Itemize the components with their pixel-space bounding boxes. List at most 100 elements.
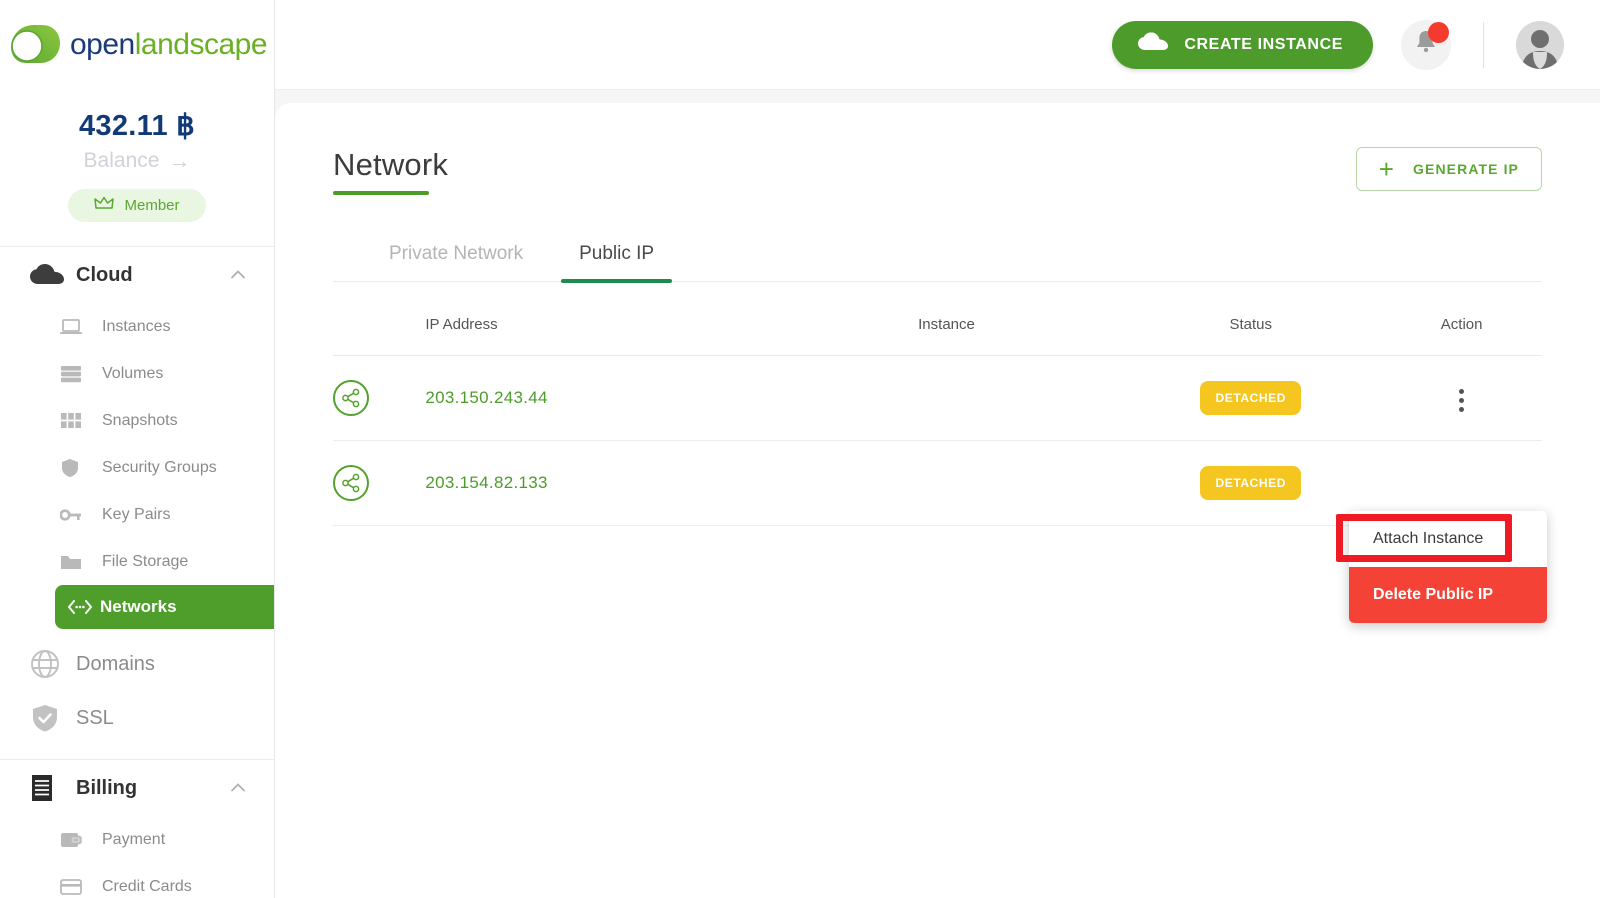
row-status-cell: DETACHED (1120, 441, 1381, 526)
sidebar-group-billing[interactable]: Billing (0, 760, 274, 816)
server-icon (60, 365, 102, 383)
brand-logo[interactable]: openlandscape (0, 0, 274, 90)
main-area: CREATE INSTANCE Network + GENERATE IP Pr… (275, 0, 1600, 898)
chevron-up-icon (230, 267, 246, 283)
row-ip-cell: 203.150.243.44 (425, 356, 772, 441)
th-spacer (333, 286, 425, 356)
sidebar-group-cloud[interactable]: Cloud (0, 247, 274, 303)
sidebar-item-ssl-label: SSL (76, 706, 114, 729)
globe-icon (30, 649, 76, 679)
table-row: 203.150.243.44 DETACHED (333, 356, 1542, 441)
page-header: Network + GENERATE IP (333, 147, 1542, 195)
status-badge: DETACHED (1200, 466, 1302, 500)
menu-item-attach-instance[interactable]: Attach Instance (1349, 511, 1547, 567)
brand-wordmark: openlandscape (70, 28, 268, 62)
network-icon (60, 599, 100, 615)
row-instance-cell (773, 441, 1120, 526)
row-icon-cell (333, 356, 425, 441)
sidebar-group-billing-label: Billing (76, 776, 138, 799)
sidebar-group-cloud-label: Cloud (76, 263, 133, 286)
receipt-icon (30, 774, 76, 802)
crown-icon (94, 196, 115, 215)
tab-public-ip[interactable]: Public IP (551, 243, 682, 283)
sidebar-item-snapshots-label: Snapshots (102, 411, 178, 429)
sidebar-item-domains-label: Domains (76, 652, 155, 675)
row-action-cell (1381, 356, 1542, 441)
row-status-cell: DETACHED (1120, 356, 1381, 441)
laptop-icon (60, 318, 102, 336)
balance-link[interactable]: Balance → (0, 149, 274, 173)
notification-badge-dot (1428, 21, 1449, 43)
page-title-underline (333, 191, 429, 195)
create-instance-button[interactable]: CREATE INSTANCE (1112, 20, 1373, 69)
sidebar-item-payment[interactable]: Payment (0, 816, 274, 863)
sidebar-item-key-pairs[interactable]: Key Pairs (0, 491, 274, 538)
topbar-divider (1483, 21, 1484, 68)
th-status: Status (1229, 316, 1273, 333)
page-title: Network (333, 147, 449, 182)
cloud-icon (30, 264, 76, 286)
status-badge: DETACHED (1200, 381, 1302, 415)
sidebar-item-instances-label: Instances (102, 317, 171, 335)
page-title-block: Network (333, 147, 448, 195)
chevron-up-icon (230, 780, 246, 796)
generate-ip-button[interactable]: + GENERATE IP (1355, 147, 1542, 191)
app-root: openlandscape 432.11 ฿ Balance → Member … (0, 0, 1600, 898)
th-action: Action (1440, 316, 1483, 333)
sidebar-item-payment-label: Payment (102, 830, 166, 848)
sidebar-item-credit-cards-label: Credit Cards (102, 877, 192, 895)
sidebar-item-security-groups-label: Security Groups (102, 458, 217, 476)
openlandscape-logo-icon (8, 21, 70, 69)
avatar[interactable] (1516, 20, 1564, 69)
credit-card-icon (60, 878, 102, 895)
menu-item-delete-public-ip[interactable]: Delete Public IP (1349, 567, 1547, 623)
balance-block: 432.11 ฿ Balance → Member (0, 90, 274, 222)
content-inner: Network + GENERATE IP Private Network Pu… (275, 103, 1600, 526)
share-nodes-icon (333, 465, 369, 501)
kebab-menu-icon[interactable] (1449, 385, 1474, 416)
sidebar-item-key-pairs-label: Key Pairs (102, 505, 171, 523)
sidebar-item-snapshots[interactable]: Snapshots (0, 397, 274, 444)
sidebar-item-domains[interactable]: Domains (0, 637, 274, 691)
table-body: 203.150.243.44 DETACHED 203.154.82.133 D… (333, 356, 1542, 526)
arrow-right-icon: → (168, 148, 191, 173)
top-bar: CREATE INSTANCE (275, 0, 1600, 90)
create-instance-label: CREATE INSTANCE (1184, 35, 1343, 53)
cloud-icon (1138, 32, 1169, 57)
generate-ip-label: GENERATE IP (1413, 161, 1519, 177)
table-header-row: IP Address Instance Status Action (333, 286, 1542, 356)
row-ip-cell: 203.154.82.133 (425, 441, 772, 526)
member-badge: Member (68, 189, 206, 222)
folder-icon (60, 553, 102, 571)
content-card: Network + GENERATE IP Private Network Pu… (275, 103, 1600, 898)
key-icon (60, 508, 102, 522)
grid-icon (60, 412, 102, 430)
sidebar-item-file-storage[interactable]: File Storage (0, 538, 274, 585)
action-dropdown-menu: Attach Instance Delete Public IP (1349, 511, 1547, 623)
notifications-button[interactable] (1401, 19, 1451, 70)
row-icon-cell (333, 441, 425, 526)
table-head: IP Address Instance Status Action (333, 286, 1542, 356)
row-instance-cell (773, 356, 1120, 441)
balance-label-text: Balance (83, 149, 160, 172)
sidebar-item-volumes[interactable]: Volumes (0, 350, 274, 397)
sidebar-item-networks[interactable]: Networks (55, 585, 274, 629)
sidebar-item-ssl[interactable]: SSL (0, 691, 274, 745)
sidebar-item-credit-cards[interactable]: Credit Cards (0, 863, 274, 898)
share-nodes-icon (333, 380, 369, 416)
sidebar-item-instances[interactable]: Instances (0, 303, 274, 350)
ip-address-link[interactable]: 203.150.243.44 (425, 388, 547, 407)
th-instance: Instance (918, 316, 975, 333)
sidebar: openlandscape 432.11 ฿ Balance → Member … (0, 0, 275, 898)
ip-address-link[interactable]: 203.154.82.133 (425, 473, 547, 492)
shield-check-icon (30, 703, 76, 733)
sidebar-item-file-storage-label: File Storage (102, 552, 189, 570)
member-badge-label: Member (124, 197, 180, 214)
brand-open: open (70, 28, 135, 61)
th-ip-address: IP Address (425, 316, 498, 333)
sidebar-item-volumes-label: Volumes (102, 364, 164, 382)
wallet-icon (60, 831, 102, 849)
sidebar-item-security-groups[interactable]: Security Groups (0, 444, 274, 491)
shield-icon (60, 458, 102, 478)
tab-private-network[interactable]: Private Network (361, 243, 551, 281)
